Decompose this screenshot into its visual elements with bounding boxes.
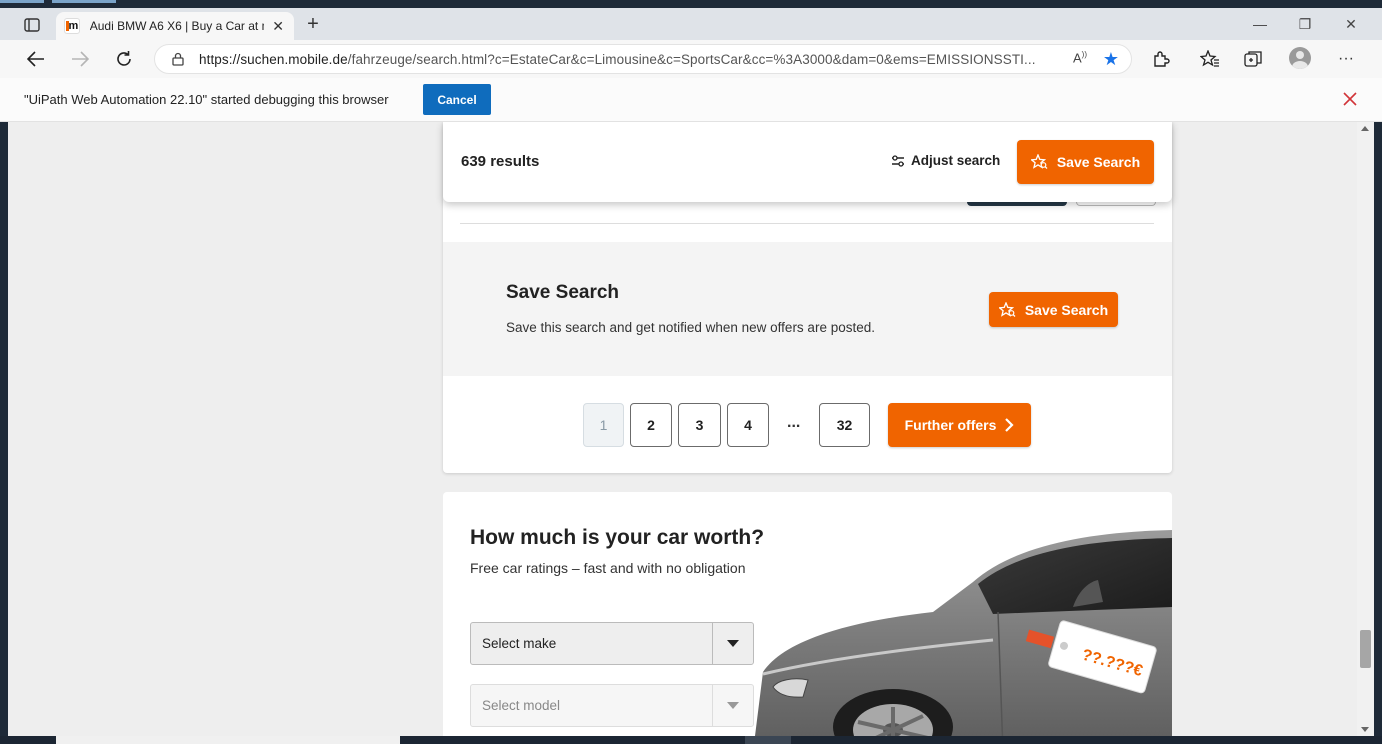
select-make-label: Select make (482, 636, 557, 651)
save-search-star-icon (1030, 154, 1048, 169)
page-button[interactable]: 4 (727, 403, 769, 447)
tab-title: Audi BMW A6 X6 | Buy a Car at m (89, 19, 265, 33)
sticky-results-bar: 639 results Adjust search Save Search (443, 122, 1172, 202)
address-bar[interactable]: https://suchen.mobile.de/fahrzeuge/searc… (154, 44, 1132, 74)
new-tab-icon[interactable]: + (302, 13, 324, 35)
tab-close-icon[interactable]: ✕ (270, 18, 286, 35)
pagination: 1 2 3 4 ... 32 Further offers (443, 376, 1172, 473)
save-search-panel-label: Save Search (1024, 301, 1109, 318)
valuation-subtitle: Free car ratings – fast and with no obli… (470, 560, 746, 576)
car-illustration: ??.???€ (755, 530, 1172, 736)
select-model-label: Select model (482, 698, 561, 713)
forward-icon[interactable] (68, 48, 92, 70)
save-search-panel-button[interactable]: Save Search (989, 292, 1118, 327)
select-model-dropdown[interactable]: Select model (470, 684, 754, 727)
url-text: https://suchen.mobile.de/fahrzeuge/searc… (199, 51, 1036, 67)
tab-actions-icon[interactable] (20, 15, 44, 35)
favorites-icon[interactable] (1199, 48, 1221, 70)
page-scrollbar[interactable] (1357, 122, 1374, 736)
back-icon[interactable] (24, 48, 48, 70)
refresh-icon[interactable] (112, 48, 136, 70)
save-search-star-icon (998, 301, 1016, 317)
save-search-label: Save Search (1056, 154, 1141, 170)
browser-toolbar: https://suchen.mobile.de/fahrzeuge/searc… (0, 40, 1382, 78)
taskbar-segment (56, 736, 400, 744)
chevron-right-icon (1005, 418, 1014, 432)
adjust-search-label: Adjust search (911, 153, 1001, 168)
infobar-close-icon[interactable] (1341, 90, 1359, 108)
os-taskbar (0, 736, 1382, 744)
further-offers-button[interactable]: Further offers (888, 403, 1031, 447)
scroll-up-arrow-icon[interactable] (1361, 126, 1369, 131)
cancel-debugging-button[interactable]: Cancel (423, 84, 491, 115)
window-border (0, 122, 8, 736)
mobile-de-favicon-icon: m (64, 18, 80, 34)
adjust-search-link[interactable]: Adjust search (891, 153, 1000, 168)
page-button-last[interactable]: 32 (819, 403, 870, 447)
debugging-message: "UiPath Web Automation 22.10" started de… (24, 92, 389, 107)
taskbar-indicator (52, 0, 116, 3)
car-valuation-card: ??.???€ How much is your car worth? Free… (443, 492, 1172, 736)
restore-icon[interactable]: ❐ (1290, 14, 1320, 34)
window-close-icon[interactable]: ✕ (1336, 14, 1366, 34)
page-button-current[interactable]: 1 (583, 403, 624, 447)
read-aloud-icon[interactable]: A)) (1073, 50, 1087, 65)
valuation-title: How much is your car worth? (470, 526, 765, 549)
scroll-down-arrow-icon[interactable] (1361, 727, 1369, 732)
extensions-icon[interactable] (1150, 48, 1172, 70)
pagination-ellipsis: ... (787, 414, 801, 431)
browser-titlebar: m Audi BMW A6 X6 | Buy a Car at m ✕ + — … (0, 8, 1382, 40)
window-border (1374, 122, 1382, 736)
collections-icon[interactable] (1243, 48, 1265, 70)
taskbar-indicator (0, 0, 44, 3)
page-button[interactable]: 2 (630, 403, 672, 447)
scroll-thumb[interactable] (1360, 630, 1371, 668)
further-offers-label: Further offers (904, 417, 997, 433)
minimize-icon[interactable]: — (1245, 14, 1275, 34)
sliders-icon (892, 154, 904, 167)
divider (460, 223, 1154, 224)
profile-avatar[interactable] (1289, 47, 1311, 69)
debugging-infobar: "UiPath Web Automation 22.10" started de… (0, 78, 1382, 122)
page-viewport: Save Search Save this search and get not… (8, 122, 1357, 736)
more-options-icon[interactable]: ··· (1335, 48, 1357, 70)
taskbar-segment (745, 736, 791, 744)
save-search-button[interactable]: Save Search (1017, 140, 1154, 184)
favorite-star-icon[interactable]: ★ (1103, 49, 1119, 70)
lock-icon[interactable] (171, 52, 185, 66)
save-search-panel: Save Search Save this search and get not… (443, 242, 1172, 376)
browser-tab-active[interactable]: m Audi BMW A6 X6 | Buy a Car at m ✕ (56, 12, 294, 40)
select-make-dropdown[interactable]: Select make (470, 622, 754, 665)
save-search-description: Save this search and get notified when n… (506, 320, 875, 335)
caret-down-icon[interactable] (712, 623, 753, 664)
page-button[interactable]: 3 (678, 403, 721, 447)
save-search-title: Save Search (506, 282, 620, 303)
caret-down-icon[interactable] (712, 685, 753, 726)
result-count: 639 results (461, 153, 540, 170)
window-top-strip (0, 0, 1382, 8)
